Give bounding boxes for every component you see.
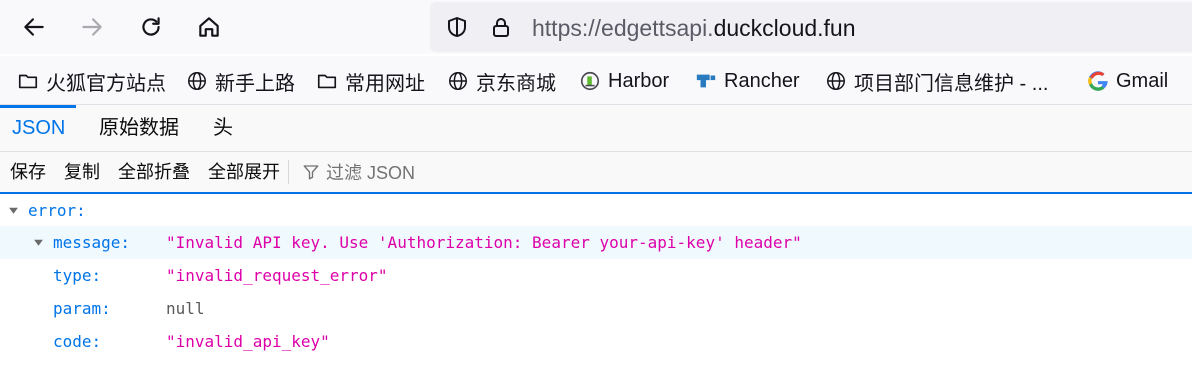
tree-key: param: bbox=[53, 299, 111, 318]
bookmark-label: Rancher bbox=[724, 69, 800, 92]
collapse-all-button[interactable]: 全部折叠 bbox=[118, 161, 190, 183]
expand-arrow-icon[interactable] bbox=[6, 194, 20, 227]
save-button[interactable]: 保存 bbox=[10, 161, 46, 183]
bookmark-firefox-official[interactable]: 火狐官方站点 bbox=[16, 66, 166, 96]
arrow-left-icon bbox=[24, 18, 44, 36]
viewer-tab-bar: JSON 原始数据 头 bbox=[0, 105, 1192, 152]
bookmark-getting-started[interactable]: 新手上路 bbox=[185, 66, 295, 96]
rancher-icon bbox=[694, 69, 718, 93]
home-button[interactable] bbox=[189, 7, 229, 47]
shield-icon[interactable] bbox=[444, 14, 470, 40]
url-domain: duckcloud.fun bbox=[713, 15, 856, 41]
bookmark-common-sites[interactable]: 常用网址 bbox=[315, 66, 425, 96]
url-text[interactable]: https://edgettsapi.duckcloud.fun bbox=[532, 14, 856, 42]
tree-row-message[interactable]: message: "Invalid API key. Use 'Authoriz… bbox=[0, 226, 1192, 259]
toolbar-separator bbox=[288, 160, 289, 184]
tree-value: "invalid_api_key" bbox=[166, 332, 330, 351]
tree-key: type: bbox=[53, 266, 102, 285]
tree-row-param[interactable]: param: null bbox=[0, 292, 1192, 325]
globe-icon bbox=[185, 69, 209, 93]
reload-icon bbox=[142, 17, 160, 36]
bookmark-label: 京东商城 bbox=[476, 72, 556, 95]
copy-button[interactable]: 复制 bbox=[64, 161, 100, 183]
tree-key: error: bbox=[28, 201, 86, 220]
bookmark-jd-mall[interactable]: 京东商城 bbox=[446, 66, 556, 96]
bookmark-project-dept[interactable]: 项目部门信息维护 - ... bbox=[824, 66, 1048, 96]
lock-icon[interactable] bbox=[488, 14, 514, 40]
expand-arrow-icon[interactable] bbox=[31, 226, 45, 259]
bookmarks-toolbar: 火狐官方站点 新手上路 常用网址 京东商城 Harbor Rancher 项目部… bbox=[0, 56, 1192, 104]
tree-value: null bbox=[166, 299, 205, 318]
bookmark-label: 常用网址 bbox=[345, 72, 425, 95]
tree-row-error[interactable]: error: bbox=[0, 194, 1192, 227]
google-icon bbox=[1086, 69, 1110, 93]
filter-placeholder: 过滤 JSON bbox=[326, 163, 416, 183]
bookmark-rancher[interactable]: Rancher bbox=[694, 66, 800, 96]
harbor-icon bbox=[578, 69, 602, 93]
back-button[interactable] bbox=[14, 7, 54, 47]
filter-input[interactable]: 过滤 JSON bbox=[302, 160, 415, 184]
globe-icon bbox=[446, 69, 470, 93]
tree-row-type[interactable]: type: "invalid_request_error" bbox=[0, 259, 1192, 292]
tab-json[interactable]: JSON bbox=[12, 115, 65, 141]
tree-value: "Invalid API key. Use 'Authorization: Be… bbox=[166, 233, 802, 252]
url-prefix: https://edgettsapi. bbox=[532, 15, 714, 41]
tree-key: code: bbox=[53, 332, 102, 351]
viewer-toolbar: 保存 复制 全部折叠 全部展开 过滤 JSON bbox=[0, 152, 1192, 193]
folder-icon bbox=[315, 69, 339, 93]
folder-icon bbox=[16, 69, 40, 93]
bookmark-label: Gmail bbox=[1116, 69, 1169, 92]
home-icon bbox=[199, 17, 219, 37]
expand-all-button[interactable]: 全部展开 bbox=[208, 161, 280, 183]
reload-button[interactable] bbox=[131, 7, 171, 47]
tree-row-code[interactable]: code: "invalid_api_key" bbox=[0, 325, 1192, 358]
bookmark-label: 项目部门信息维护 - ... bbox=[854, 72, 1049, 95]
tree-value: "invalid_request_error" bbox=[166, 266, 388, 285]
url-bar[interactable]: https://edgettsapi.duckcloud.fun bbox=[430, 2, 1192, 52]
tab-raw-data[interactable]: 原始数据 bbox=[99, 115, 179, 141]
bookmark-harbor[interactable]: Harbor bbox=[578, 66, 669, 96]
arrow-right-icon bbox=[82, 18, 102, 36]
bookmark-gmail[interactable]: Gmail bbox=[1086, 66, 1168, 96]
forward-button[interactable] bbox=[72, 7, 112, 47]
globe-icon bbox=[824, 69, 848, 93]
tree-key: message: bbox=[53, 233, 131, 252]
bookmark-label: Harbor bbox=[608, 69, 670, 92]
tab-headers[interactable]: 头 bbox=[213, 115, 233, 141]
selected-tab-indicator bbox=[0, 105, 76, 108]
bookmark-label: 新手上路 bbox=[215, 72, 295, 95]
bookmark-label: 火狐官方站点 bbox=[46, 72, 166, 95]
filter-icon bbox=[303, 165, 319, 180]
navigation-toolbar: https://edgettsapi.duckcloud.fun bbox=[0, 0, 1192, 54]
